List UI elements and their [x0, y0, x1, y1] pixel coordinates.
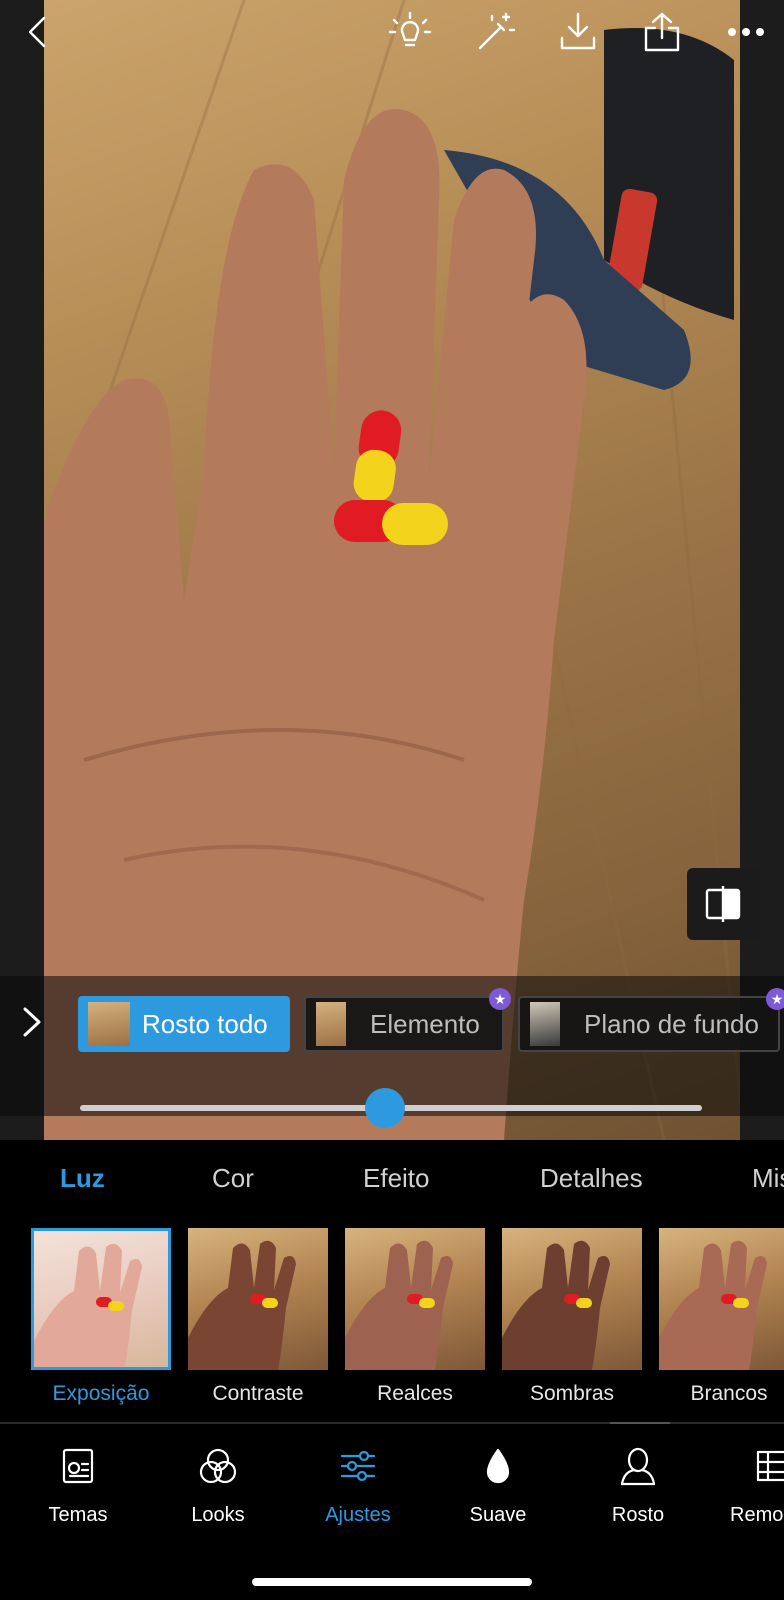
- looks-icon: [198, 1446, 238, 1486]
- scroll-indicator: [610, 1422, 670, 1424]
- chip-label: Plano de fundo: [584, 1009, 759, 1039]
- magic-wand-button[interactable]: [472, 10, 516, 54]
- nav-label: Suave: [469, 1504, 527, 1526]
- chip-rosto-todo[interactable]: Rosto todo: [78, 996, 290, 1052]
- preset-label: Contraste: [212, 1382, 304, 1405]
- chip-label: Elemento: [370, 1009, 480, 1039]
- preset-sombras[interactable]: [502, 1228, 642, 1370]
- chevron-right-icon: [23, 1007, 41, 1037]
- home-indicator[interactable]: [252, 1578, 532, 1586]
- premium-star-icon: ★: [766, 988, 784, 1010]
- back-button[interactable]: [16, 10, 60, 54]
- tab-cor[interactable]: Cor: [212, 1160, 254, 1196]
- more-button[interactable]: [724, 10, 768, 54]
- tab-luz[interactable]: Luz: [60, 1160, 105, 1196]
- share-button[interactable]: [640, 10, 684, 54]
- nav-label: Remo: [730, 1504, 784, 1526]
- drop-icon: [478, 1446, 518, 1486]
- share-icon: [644, 12, 680, 52]
- hand-with-capsules-image: [44, 0, 740, 1140]
- tab-efeito[interactable]: Efeito: [363, 1160, 430, 1196]
- preset-thumbnail: [502, 1240, 610, 1370]
- more-icon: [728, 28, 764, 36]
- face-icon: [618, 1446, 658, 1486]
- preset-contraste[interactable]: [188, 1228, 328, 1370]
- download-icon: [560, 12, 596, 50]
- nav-label: Temas: [48, 1504, 108, 1526]
- nav-remover[interactable]: Remo: [718, 1440, 784, 1540]
- lightbulb-icon: [388, 11, 432, 47]
- chip-thumbnail: [530, 1002, 560, 1046]
- compare-icon: [705, 886, 741, 922]
- preset-label: Sombras: [529, 1382, 615, 1405]
- nav-label: Looks: [191, 1504, 245, 1526]
- nav-suave[interactable]: Suave: [438, 1440, 558, 1540]
- nav-rosto[interactable]: Rosto: [578, 1440, 698, 1540]
- adjustment-slider-knob[interactable]: [364, 1088, 405, 1128]
- photo-editor-canvas: Rosto todo Elemento ★ Plano de fundo ★: [0, 0, 784, 1140]
- themes-icon: [58, 1446, 98, 1486]
- preset-label: Exposição: [52, 1382, 150, 1405]
- preset-thumbnail: [188, 1240, 296, 1370]
- preset-brancos[interactable]: [659, 1228, 784, 1370]
- tab-misc[interactable]: Mis: [752, 1160, 784, 1196]
- nav-temas[interactable]: Temas: [18, 1440, 138, 1540]
- preset-label: Realces: [377, 1382, 453, 1405]
- chip-thumbnail: [88, 1002, 130, 1046]
- preset-realces[interactable]: [345, 1228, 485, 1370]
- preset-thumbnail: [345, 1240, 453, 1370]
- preset-thumbnail: [659, 1240, 767, 1370]
- chip-thumbnail: [316, 1002, 346, 1046]
- nav-ajustes[interactable]: Ajustes: [298, 1440, 418, 1540]
- chip-label: Rosto todo: [142, 1009, 268, 1039]
- auto-tone-button[interactable]: [388, 10, 432, 54]
- preset-thumbnail: [34, 1243, 142, 1367]
- download-button[interactable]: [556, 10, 600, 54]
- chip-plano-de-fundo[interactable]: Plano de fundo: [518, 996, 780, 1052]
- remove-icon: [754, 1446, 784, 1486]
- adjustments-icon: [338, 1446, 378, 1486]
- preset-exposicao[interactable]: [31, 1228, 171, 1370]
- nav-label: Ajustes: [325, 1504, 391, 1526]
- nav-label: Rosto: [611, 1504, 665, 1526]
- preset-label: Brancos: [690, 1382, 768, 1405]
- expand-selection-button[interactable]: [14, 996, 50, 1048]
- magic-wand-icon: [478, 12, 516, 50]
- edited-photo: [44, 0, 740, 1140]
- premium-star-icon: ★: [489, 988, 511, 1010]
- chevron-left-icon: [28, 16, 46, 48]
- nav-looks[interactable]: Looks: [158, 1440, 278, 1540]
- chip-elemento[interactable]: Elemento: [304, 996, 504, 1052]
- compare-before-after-button[interactable]: [687, 868, 759, 940]
- tab-detalhes[interactable]: Detalhes: [540, 1160, 643, 1196]
